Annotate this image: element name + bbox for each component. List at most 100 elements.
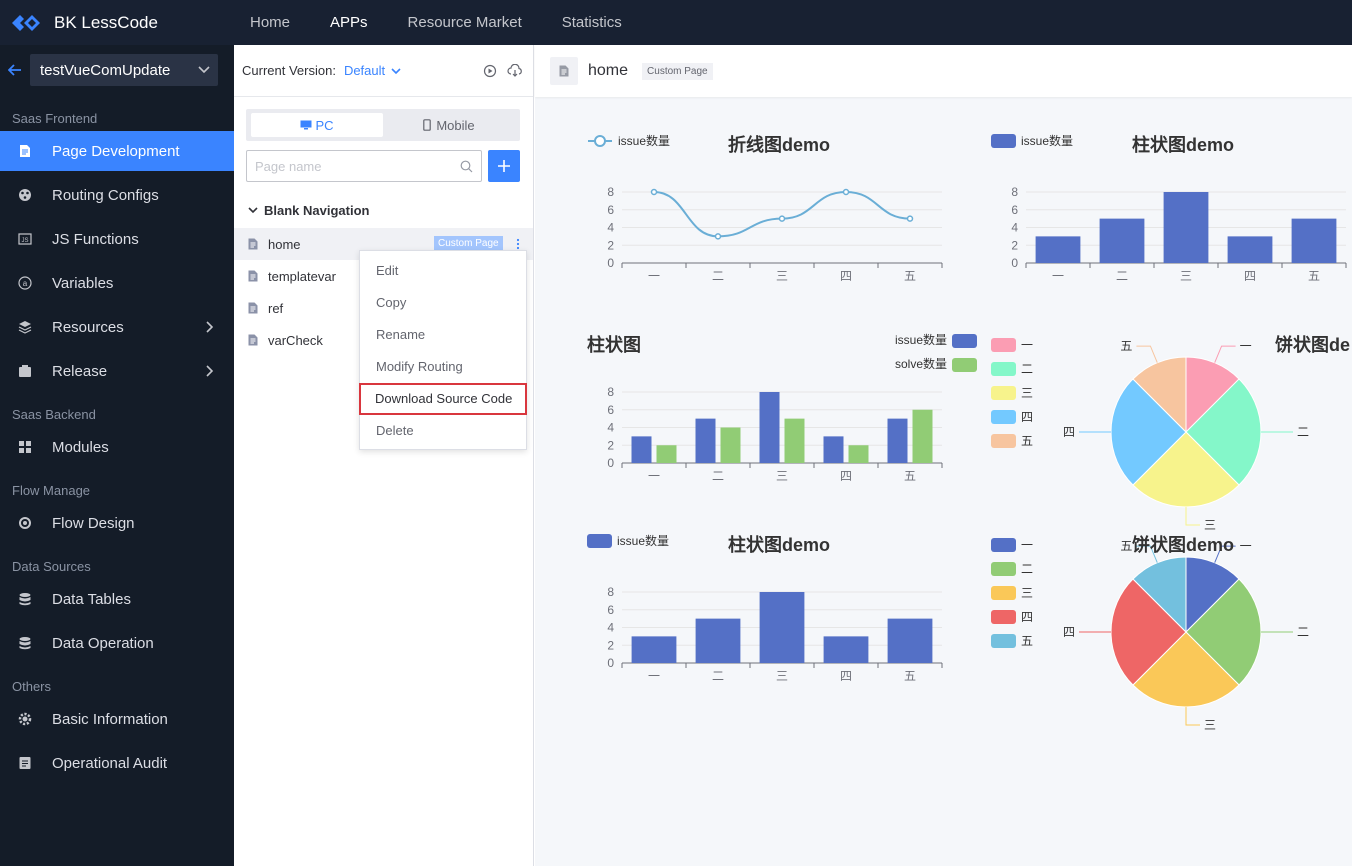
sidebar-item-routing-configs[interactable]: Routing Configs (0, 175, 234, 215)
sidebar-item-flow-design[interactable]: Flow Design (0, 503, 234, 543)
topnav-item-resource-market[interactable]: Resource Market (388, 0, 542, 45)
legend-label: 二 (1021, 362, 1033, 376)
legend-swatch (991, 586, 1016, 600)
sidebar-item-modules[interactable]: Modules (0, 427, 234, 467)
version-select[interactable]: Default (344, 63, 403, 78)
menu-item-download-source-code[interactable]: Download Source Code (359, 383, 527, 415)
page-icon (18, 144, 32, 158)
menu-item-rename[interactable]: Rename (360, 319, 526, 351)
chart-4: 柱状图demo 0 2 4 6 8 一 二 三 四 五 issue数量 (587, 533, 943, 683)
x-tick-label: 二 (712, 669, 724, 683)
topnav-item-home[interactable]: Home (230, 0, 310, 45)
sidebar-item-operational-audit[interactable]: Operational Audit (0, 743, 234, 783)
database-icon (18, 636, 32, 650)
sidebar-item-data-operation[interactable]: Data Operation (0, 623, 234, 663)
label-line (1214, 345, 1236, 363)
tree-group-title: Blank Navigation (264, 202, 370, 218)
legend-marker (594, 135, 606, 147)
bar (631, 436, 652, 463)
layers-icon (18, 320, 32, 334)
plus-icon (498, 160, 511, 172)
brand-logo[interactable]: BK LessCode (0, 0, 230, 45)
slice-label: 五 (1120, 339, 1132, 353)
legend-label: 三 (1021, 386, 1033, 400)
tab-pc[interactable]: PC (251, 113, 383, 137)
sidebar-item-page-development[interactable]: Page Development (0, 131, 234, 171)
x-tick-label: 三 (776, 669, 788, 683)
legend-label: 五 (1021, 634, 1033, 648)
page-tree-panel: Current Version: Default PC Mobile Page (234, 45, 534, 866)
y-tick-label: 0 (607, 456, 614, 470)
legend-swatch (952, 358, 977, 372)
sidebar-item-release[interactable]: Release (0, 351, 234, 391)
y-tick-label: 8 (1011, 185, 1018, 199)
y-tick-label: 8 (607, 585, 614, 599)
tab-mobile-label: Mobile (436, 117, 475, 133)
sidebar-item-label: Data Operation (52, 634, 154, 652)
legend-swatch (991, 338, 1016, 352)
legend-label: 一 (1021, 538, 1033, 552)
page-context-menu: Edit Copy Rename Modify Routing Download Sou… (359, 250, 527, 450)
tree-group-header[interactable]: Blank Navigation (234, 192, 533, 228)
legend-swatch (991, 538, 1016, 552)
legend-swatch (991, 562, 1016, 576)
sidebar-menu: Saas Frontend Page Development Routing Con… (0, 107, 234, 795)
y-tick-label: 2 (607, 438, 614, 452)
menu-item-copy[interactable]: Copy (360, 287, 526, 319)
slice-label: 一 (1240, 339, 1252, 353)
page-file-icon (248, 302, 258, 314)
page-search-input[interactable]: Page name (246, 150, 483, 182)
page-file-icon (248, 334, 258, 346)
legend-swatch (587, 534, 612, 548)
y-tick-label: 2 (1011, 238, 1018, 252)
sidebar-group-spacer (0, 787, 234, 795)
add-page-button[interactable] (488, 150, 520, 182)
label-line (1136, 345, 1158, 363)
bar (887, 418, 908, 463)
data-point (906, 215, 914, 222)
bar (720, 427, 741, 463)
play-icon[interactable] (483, 64, 497, 78)
sidebar-group-title: Others (12, 679, 52, 694)
lesscode-logo-icon (12, 14, 40, 31)
bar (695, 418, 716, 463)
back-arrow-icon[interactable] (4, 59, 26, 81)
bar (1163, 192, 1209, 263)
topnav-item-statistics[interactable]: Statistics (542, 0, 642, 45)
menu-item-modify-routing[interactable]: Modify Routing (360, 351, 526, 383)
app-select[interactable]: testVueComUpdate (30, 54, 218, 86)
topnav-item-apps[interactable]: APPs (310, 0, 388, 45)
tab-mobile[interactable]: Mobile (383, 113, 515, 137)
legend-label: 一 (1021, 338, 1033, 352)
sidebar-item-label: Variables (52, 274, 114, 292)
page-name: templatevar (268, 268, 336, 284)
sidebar-item-data-tables[interactable]: Data Tables (0, 579, 234, 619)
app-select-value: testVueComUpdate (40, 61, 171, 79)
legend-swatch (991, 410, 1016, 424)
bar (759, 392, 780, 463)
x-tick-label: 四 (1244, 269, 1256, 283)
more-options-icon[interactable] (516, 238, 520, 250)
sidebar-item-label: Resources (52, 318, 124, 336)
sidebar-item-resources[interactable]: Resources (0, 307, 234, 347)
x-tick-label: 四 (840, 669, 852, 683)
x-tick-label: 三 (776, 469, 788, 483)
menu-item-delete[interactable]: Delete (360, 415, 526, 447)
y-tick-label: 8 (607, 185, 614, 199)
chart-1: 柱状图demo 0 2 4 6 8 一 二 三 四 五 issue数量 (991, 133, 1347, 283)
svg-text:JS: JS (21, 238, 28, 244)
sidebar-item-js-functions[interactable]: JS JS Functions (0, 219, 234, 259)
legend-swatch (991, 362, 1016, 376)
legend-label: 四 (1021, 610, 1033, 624)
gear-icon (18, 712, 32, 726)
sidebar-item-basic-information[interactable]: Basic Information (0, 699, 234, 739)
cloud-download-icon[interactable] (507, 63, 523, 78)
menu-item-edit[interactable]: Edit (360, 255, 526, 287)
sidebar-item-variables[interactable]: a Variables (0, 263, 234, 303)
bar (887, 618, 933, 663)
y-tick-label: 6 (1011, 203, 1018, 217)
page-canvas: 折线图demo 0 2 4 6 8 一二三四五 issue数量 柱状图demo 0 2 4 6 8 一二三四… (535, 97, 1352, 866)
database-icon (18, 592, 32, 606)
slice-label: 三 (1204, 718, 1216, 732)
sidebar-group-title: Saas Frontend (12, 111, 98, 126)
